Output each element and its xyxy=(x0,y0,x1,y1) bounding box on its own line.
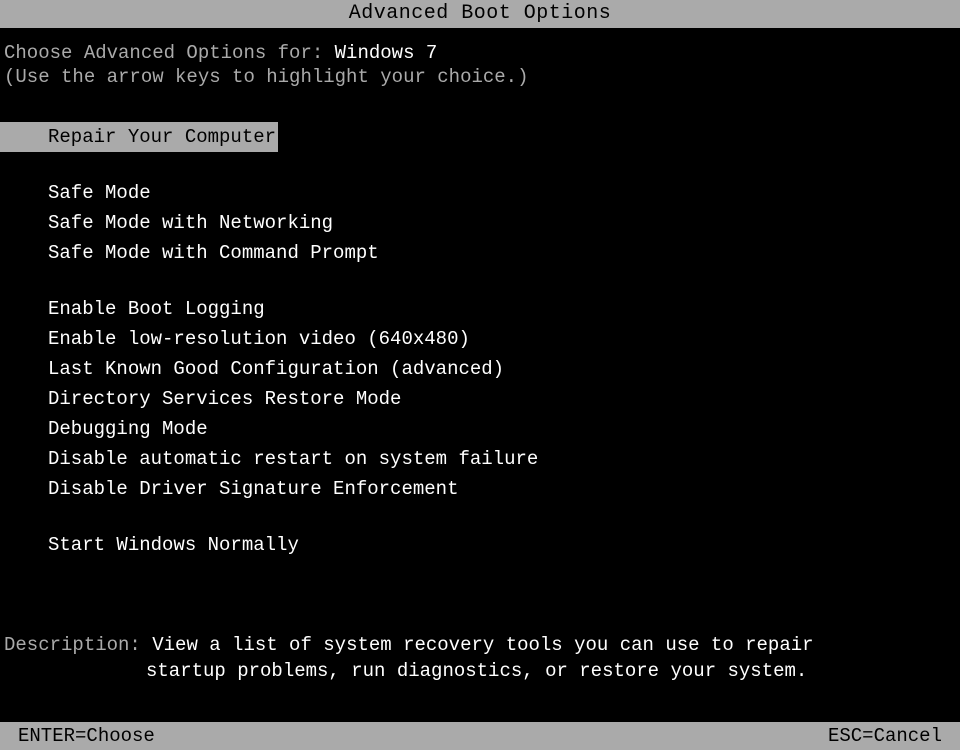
instruction-text: (Use the arrow keys to highlight your ch… xyxy=(0,64,960,88)
footer-enter-hint: ENTER=Choose xyxy=(18,722,155,750)
description-block: Description: View a list of system recov… xyxy=(4,634,956,686)
header-line: Choose Advanced Options for: Windows 7 xyxy=(0,28,960,64)
menu-item-last-known-good-config[interactable]: Last Known Good Configuration (advanced) xyxy=(0,354,960,384)
menu-item-start-windows-normally[interactable]: Start Windows Normally xyxy=(0,530,960,560)
header-prefix: Choose Advanced Options for: xyxy=(4,42,335,64)
menu-item-safe-mode-command-prompt[interactable]: Safe Mode with Command Prompt xyxy=(0,238,960,268)
menu-group-normal: Start Windows Normally xyxy=(0,530,960,560)
os-name: Windows 7 xyxy=(335,42,438,64)
menu-item-safe-mode-networking[interactable]: Safe Mode with Networking xyxy=(0,208,960,238)
footer-esc-hint: ESC=Cancel xyxy=(828,722,942,750)
description-text-line1: View a list of system recovery tools you… xyxy=(152,634,813,656)
menu-item-directory-services-restore[interactable]: Directory Services Restore Mode xyxy=(0,384,960,414)
description-label: Description: xyxy=(4,634,152,656)
footer-bar: ENTER=Choose ESC=Cancel xyxy=(0,722,960,750)
menu-item-enable-low-res-video[interactable]: Enable low-resolution video (640x480) xyxy=(0,324,960,354)
menu-item-disable-auto-restart[interactable]: Disable automatic restart on system fail… xyxy=(0,444,960,474)
boot-menu[interactable]: Repair Your Computer Safe Mode Safe Mode… xyxy=(0,122,960,560)
menu-group-safemode: Safe Mode Safe Mode with Networking Safe… xyxy=(0,178,960,268)
menu-item-safe-mode[interactable]: Safe Mode xyxy=(0,178,960,208)
menu-item-disable-driver-signature[interactable]: Disable Driver Signature Enforcement xyxy=(0,474,960,504)
menu-item-debugging-mode[interactable]: Debugging Mode xyxy=(0,414,960,444)
title-bar: Advanced Boot Options xyxy=(0,0,960,28)
screen-title: Advanced Boot Options xyxy=(349,2,612,25)
content-area: Choose Advanced Options for: Windows 7 (… xyxy=(0,28,960,560)
menu-group-advanced: Enable Boot Logging Enable low-resolutio… xyxy=(0,294,960,504)
description-text-line2: startup problems, run diagnostics, or re… xyxy=(4,656,956,686)
menu-group-repair: Repair Your Computer xyxy=(0,122,960,152)
menu-item-enable-boot-logging[interactable]: Enable Boot Logging xyxy=(0,294,960,324)
menu-item-repair-your-computer[interactable]: Repair Your Computer xyxy=(0,122,278,152)
